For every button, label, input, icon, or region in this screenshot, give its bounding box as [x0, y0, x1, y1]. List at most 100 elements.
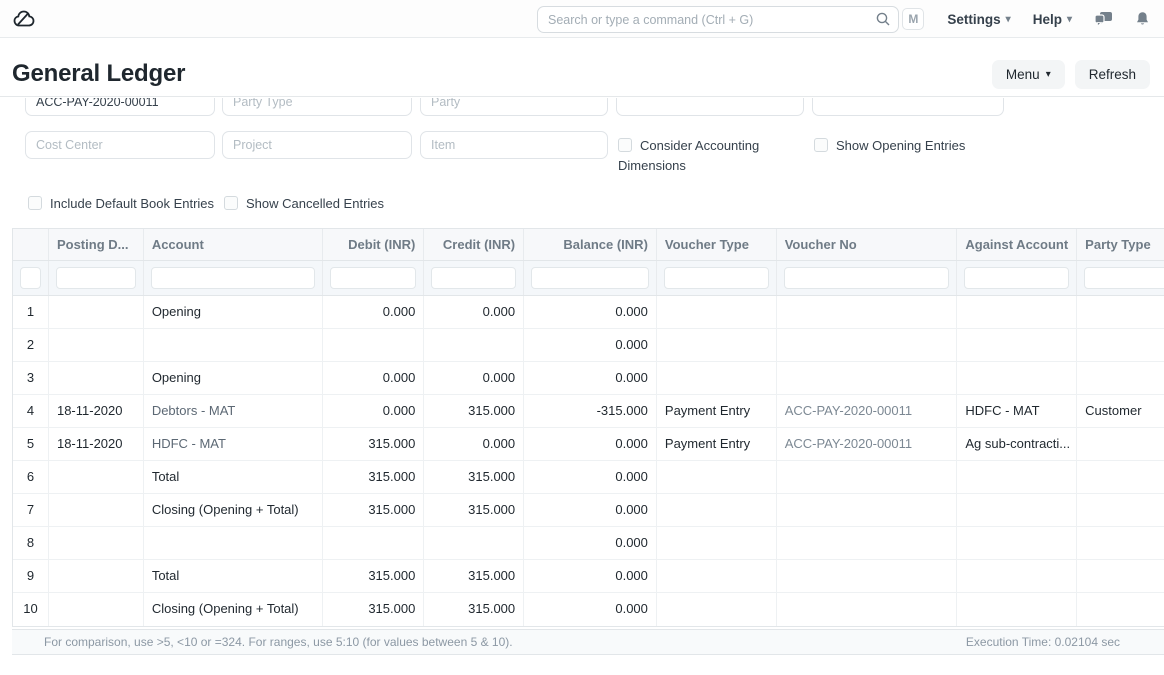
cell-credit[interactable]: 315.000 — [424, 560, 524, 592]
cell-account[interactable]: Debtors - MAT — [144, 395, 324, 427]
project-filter[interactable] — [222, 131, 412, 159]
column-header-debit[interactable]: Debit (INR) — [323, 229, 424, 260]
chat-icon[interactable] — [1094, 11, 1113, 27]
cell-against_account[interactable] — [957, 461, 1077, 493]
cell-posting_date[interactable] — [49, 296, 144, 328]
cell-voucher_no[interactable] — [777, 494, 958, 526]
help-menu[interactable]: Help ▾ — [1033, 12, 1072, 27]
cell-against_account[interactable] — [957, 494, 1077, 526]
cell-voucher_type[interactable] — [657, 560, 777, 592]
column-header-voucher_no[interactable]: Voucher No — [777, 229, 958, 260]
cell-debit[interactable]: 315.000 — [323, 428, 424, 460]
voucher-no-filter[interactable] — [25, 98, 215, 116]
cell-n[interactable]: 4 — [13, 395, 49, 427]
column-header-account[interactable]: Account — [144, 229, 324, 260]
cell-balance[interactable]: 0.000 — [524, 329, 657, 361]
cell-account[interactable]: Opening — [144, 296, 324, 328]
cell-balance[interactable]: 0.000 — [524, 560, 657, 592]
cell-balance[interactable]: 0.000 — [524, 362, 657, 394]
cell-balance[interactable]: -315.000 — [524, 395, 657, 427]
column-header-party_type[interactable]: Party Type — [1077, 229, 1164, 260]
column-filter-input-voucher_no[interactable] — [784, 267, 950, 289]
column-filter-input-against_account[interactable] — [964, 267, 1069, 289]
party-filter[interactable] — [420, 98, 608, 116]
cell-posting_date[interactable]: 18-11-2020 — [49, 395, 144, 427]
cell-against_account[interactable] — [957, 560, 1077, 592]
column-header-credit[interactable]: Credit (INR) — [424, 229, 524, 260]
cell-credit[interactable]: 315.000 — [424, 494, 524, 526]
party-type-filter[interactable] — [222, 98, 412, 116]
column-header-n[interactable] — [13, 229, 49, 260]
filter-field-4[interactable] — [616, 98, 804, 116]
cell-voucher_no[interactable] — [777, 593, 958, 626]
cell-party_type[interactable] — [1077, 362, 1164, 394]
menu-button[interactable]: Menu ▾ — [992, 60, 1065, 89]
cell-account[interactable]: Closing (Opening + Total) — [144, 593, 324, 626]
cell-posting_date[interactable]: 18-11-2020 — [49, 428, 144, 460]
user-avatar[interactable]: M — [902, 8, 924, 30]
cell-n[interactable]: 5 — [13, 428, 49, 460]
cell-debit[interactable]: 0.000 — [323, 362, 424, 394]
cell-party_type[interactable] — [1077, 296, 1164, 328]
column-header-posting_date[interactable]: Posting D... — [49, 229, 144, 260]
cell-against_account[interactable]: HDFC - MAT — [957, 395, 1077, 427]
item-filter[interactable] — [420, 131, 608, 159]
cell-voucher_no[interactable] — [777, 296, 958, 328]
cell-posting_date[interactable] — [49, 527, 144, 559]
cell-debit[interactable] — [323, 329, 424, 361]
cell-credit[interactable]: 315.000 — [424, 461, 524, 493]
checkbox-icon[interactable] — [224, 196, 238, 210]
cell-credit[interactable] — [424, 329, 524, 361]
cell-debit[interactable]: 315.000 — [323, 560, 424, 592]
cell-against_account[interactable] — [957, 362, 1077, 394]
cell-n[interactable]: 3 — [13, 362, 49, 394]
consider-accounting-dimensions-checkbox[interactable]: Consider Accounting Dimensions — [618, 136, 780, 176]
cell-party_type[interactable] — [1077, 329, 1164, 361]
app-logo-icon[interactable] — [12, 7, 38, 31]
cell-voucher_no[interactable] — [777, 527, 958, 559]
cell-voucher_no[interactable] — [777, 560, 958, 592]
cell-posting_date[interactable] — [49, 362, 144, 394]
cell-account[interactable]: Opening — [144, 362, 324, 394]
cell-party_type[interactable] — [1077, 428, 1164, 460]
cost-center-filter[interactable] — [25, 131, 215, 159]
checkbox-icon[interactable] — [814, 138, 828, 152]
cell-n[interactable]: 1 — [13, 296, 49, 328]
cell-balance[interactable]: 0.000 — [524, 494, 657, 526]
cell-voucher_no[interactable]: ACC-PAY-2020-00011 — [777, 428, 958, 460]
cell-credit[interactable]: 0.000 — [424, 428, 524, 460]
cell-voucher_type[interactable] — [657, 329, 777, 361]
column-filter-input-account[interactable] — [151, 267, 316, 289]
cell-account[interactable]: Total — [144, 461, 324, 493]
cell-against_account[interactable] — [957, 296, 1077, 328]
cell-debit[interactable]: 0.000 — [323, 395, 424, 427]
cell-balance[interactable]: 0.000 — [524, 296, 657, 328]
column-header-voucher_type[interactable]: Voucher Type — [657, 229, 777, 260]
cell-credit[interactable]: 315.000 — [424, 395, 524, 427]
cell-n[interactable]: 7 — [13, 494, 49, 526]
cell-account[interactable] — [144, 527, 324, 559]
cell-voucher_type[interactable] — [657, 362, 777, 394]
cell-debit[interactable]: 315.000 — [323, 494, 424, 526]
cell-balance[interactable]: 0.000 — [524, 428, 657, 460]
cell-voucher_no[interactable] — [777, 329, 958, 361]
column-filter-input-voucher_type[interactable] — [664, 267, 769, 289]
cell-voucher_no[interactable] — [777, 461, 958, 493]
column-filter-input-n[interactable] — [20, 267, 41, 289]
cell-n[interactable]: 10 — [13, 593, 49, 626]
cell-balance[interactable]: 0.000 — [524, 527, 657, 559]
cell-against_account[interactable] — [957, 329, 1077, 361]
cell-voucher_type[interactable] — [657, 593, 777, 626]
cell-balance[interactable]: 0.000 — [524, 461, 657, 493]
column-header-balance[interactable]: Balance (INR) — [524, 229, 657, 260]
cell-n[interactable]: 8 — [13, 527, 49, 559]
cell-balance[interactable]: 0.000 — [524, 593, 657, 626]
cell-account[interactable]: HDFC - MAT — [144, 428, 324, 460]
cell-party_type[interactable] — [1077, 593, 1164, 626]
column-filter-input-party_type[interactable] — [1084, 267, 1164, 289]
cell-credit[interactable]: 315.000 — [424, 593, 524, 626]
cell-n[interactable]: 9 — [13, 560, 49, 592]
column-filter-input-posting_date[interactable] — [56, 267, 136, 289]
cell-credit[interactable]: 0.000 — [424, 362, 524, 394]
checkbox-icon[interactable] — [28, 196, 42, 210]
